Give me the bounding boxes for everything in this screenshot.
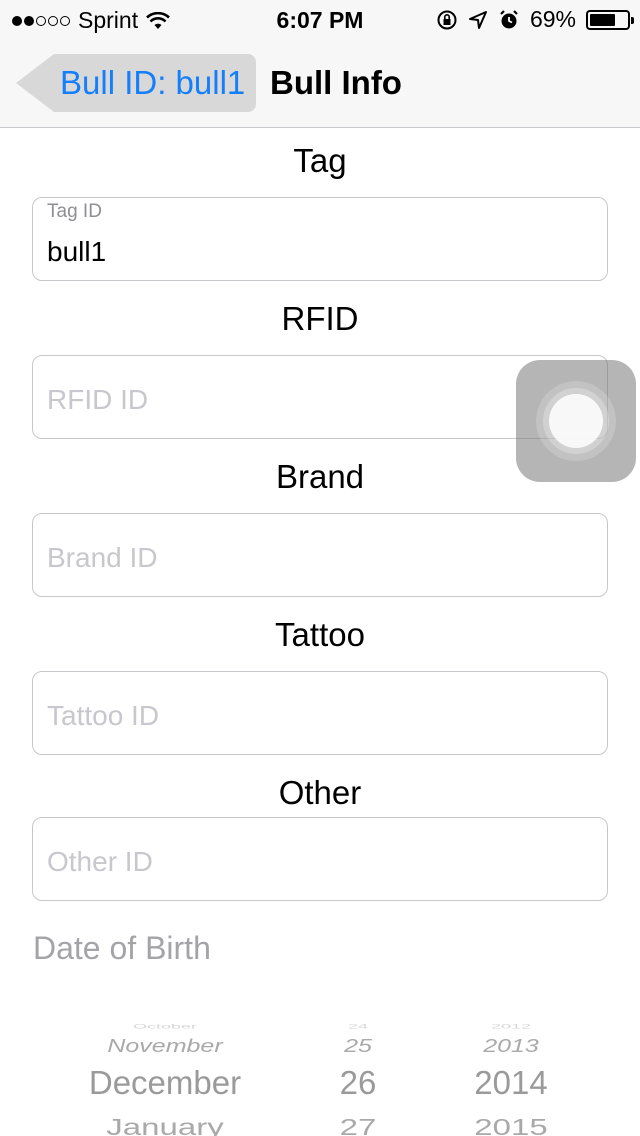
month-option[interactable]: November	[50, 1036, 280, 1058]
year-option[interactable]: 2012	[446, 1023, 576, 1030]
year-option[interactable]: 2013	[446, 1036, 576, 1058]
tattoo-id-input[interactable]	[47, 696, 593, 736]
year-option[interactable]: 2015	[446, 1114, 576, 1136]
other-id-field[interactable]	[32, 817, 608, 901]
date-of-birth-label: Date of Birth	[33, 930, 211, 966]
rfid-section-title: RFID	[281, 300, 359, 337]
page-title: Bull Info	[270, 64, 402, 101]
tag-section-title: Tag	[293, 142, 347, 179]
day-option[interactable]: 24	[310, 1023, 406, 1030]
day-option-selected[interactable]: 26	[310, 1064, 406, 1102]
assistive-touch-icon	[549, 394, 603, 448]
day-option[interactable]: 25	[310, 1036, 406, 1058]
month-option-selected[interactable]: December	[50, 1064, 280, 1102]
back-button-label[interactable]: Bull ID: bull1	[60, 64, 245, 102]
status-bar: Sprint 6:07 PM 69%	[0, 0, 640, 40]
status-right: 69%	[436, 6, 634, 33]
tag-id-input[interactable]	[47, 232, 593, 272]
orientation-lock-icon	[437, 10, 457, 29]
location-icon	[468, 10, 487, 29]
battery-percent: 69%	[529, 6, 576, 32]
rfid-id-input[interactable]	[47, 380, 593, 420]
assistive-touch-button[interactable]	[516, 360, 636, 482]
other-section-title: Other	[278, 774, 362, 811]
battery-fill	[590, 13, 615, 26]
other-id-input[interactable]	[47, 842, 593, 882]
month-option[interactable]: January	[50, 1114, 280, 1136]
tag-id-floating-label: Tag ID	[47, 201, 102, 222]
battery-icon	[586, 9, 634, 30]
navigation-bar: Bull ID: bull1 Bull Info	[0, 40, 640, 128]
year-option-selected[interactable]: 2014	[446, 1064, 576, 1102]
brand-id-field[interactable]	[32, 513, 608, 597]
brand-id-input[interactable]	[47, 538, 593, 578]
date-of-birth-picker[interactable]: October November December January 24 25 …	[0, 1000, 640, 1136]
tag-id-field[interactable]: Tag ID	[32, 197, 608, 281]
alarm-icon	[500, 9, 518, 28]
day-option[interactable]: 27	[310, 1114, 406, 1136]
tattoo-section-title: Tattoo	[275, 616, 365, 653]
month-option[interactable]: October	[50, 1023, 280, 1030]
tattoo-id-field[interactable]	[32, 671, 608, 755]
